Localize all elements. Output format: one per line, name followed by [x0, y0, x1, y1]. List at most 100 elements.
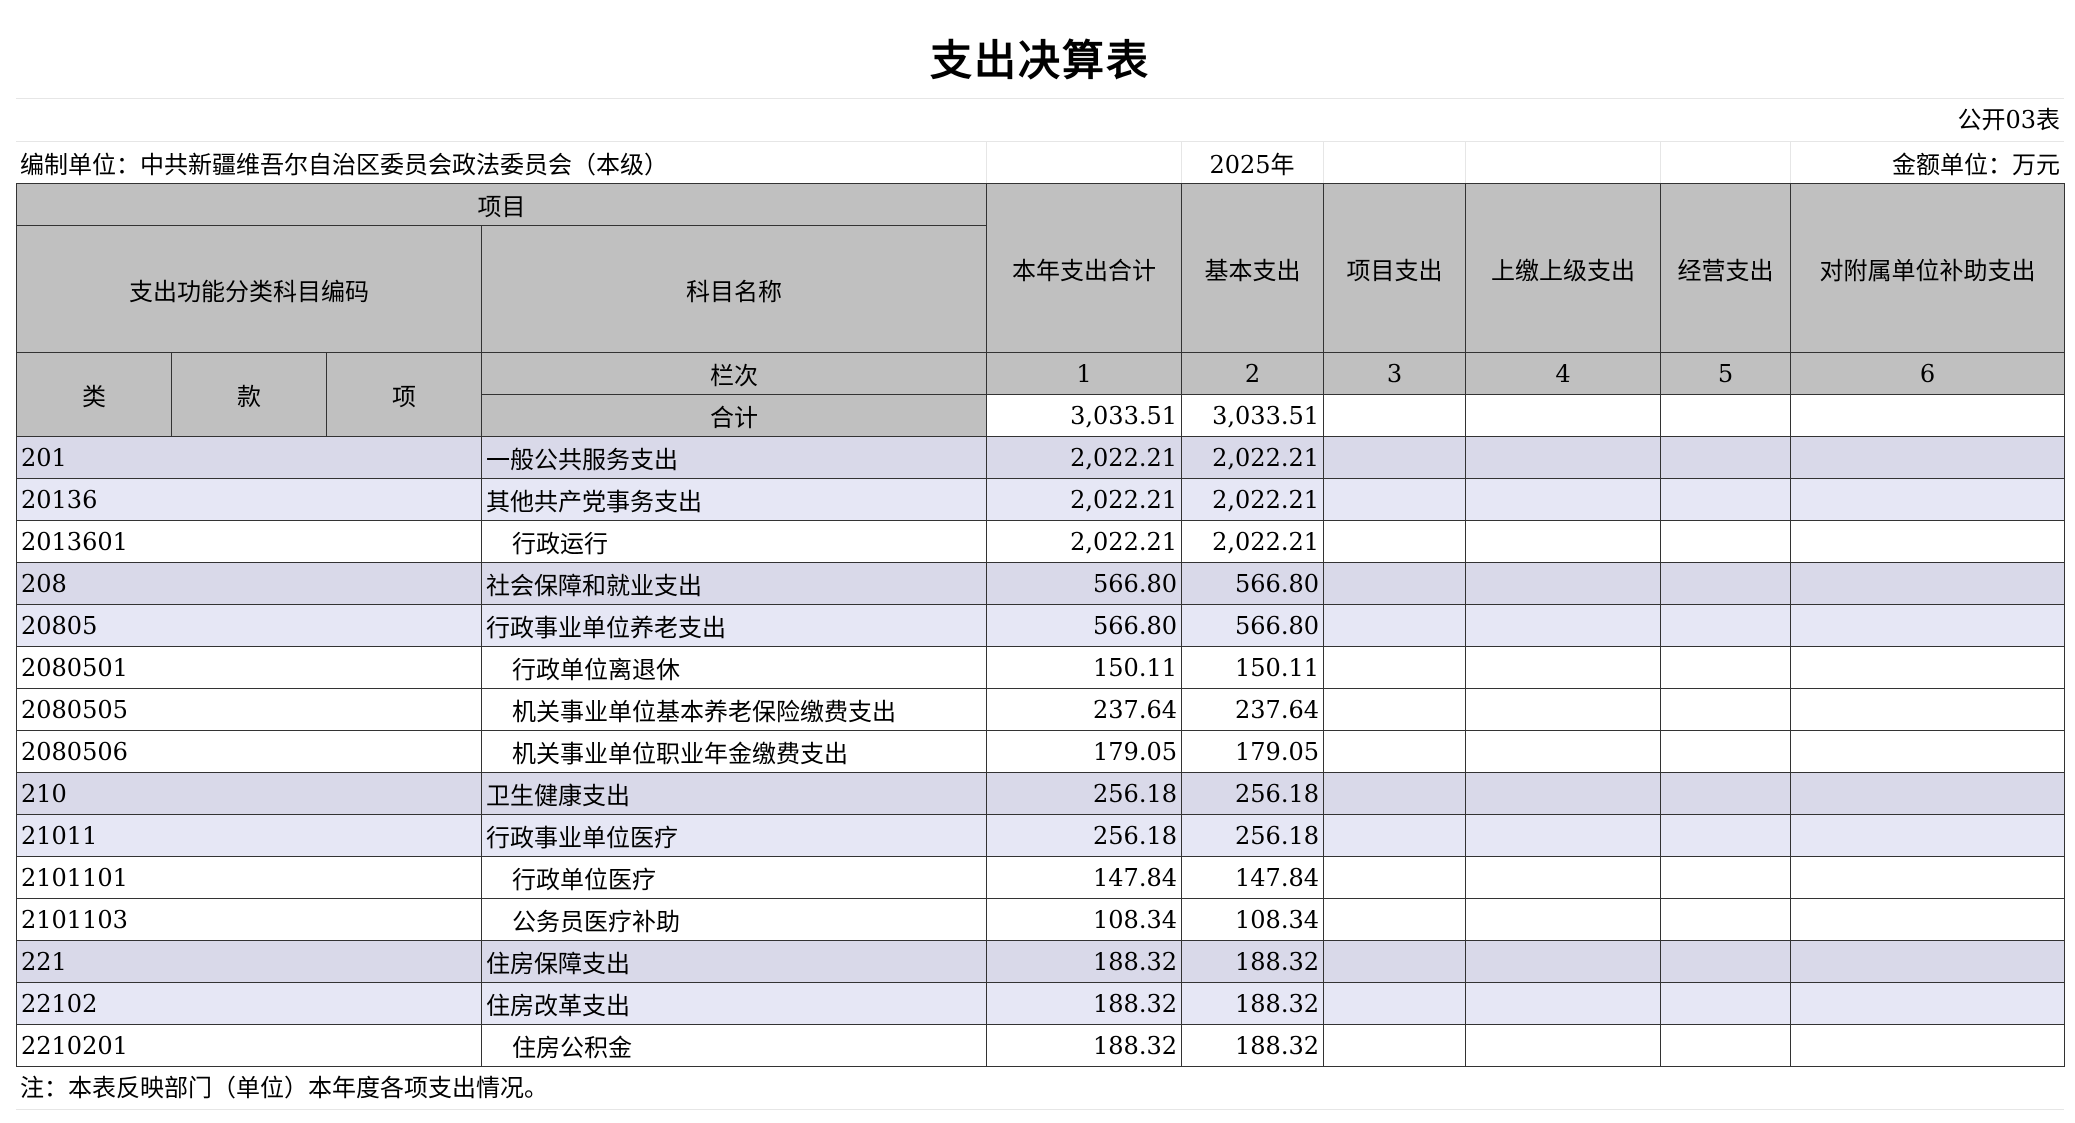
table-row: 201 一般公共服务支出 2,022.21 2,022.21: [16, 436, 2065, 479]
row-code: 2080506: [16, 730, 482, 773]
table-row: 20805 行政事业单位养老支出 566.80 566.80: [16, 604, 2065, 647]
header-heji: 合计: [481, 394, 987, 437]
row-col-1: 2,022.21: [986, 478, 1182, 521]
row-code: 201: [16, 436, 482, 479]
row-col-1: 256.18: [986, 772, 1182, 815]
row-col-1: 188.32: [986, 982, 1182, 1025]
row-col-1: 566.80: [986, 562, 1182, 605]
row-col-2: 566.80: [1181, 562, 1324, 605]
row-col-2: 2,022.21: [1181, 478, 1324, 521]
row-name: 行政运行: [481, 520, 987, 563]
row-col-2: 566.80: [1181, 604, 1324, 647]
meta-row: 编制单位：中共新疆维吾尔自治区委员会政法委员会（本级） 2025年 金额单位：万…: [16, 142, 2064, 183]
row-col-2: 256.18: [1181, 814, 1324, 857]
row-name: 行政单位医疗: [481, 856, 987, 899]
row-name: 行政事业单位养老支出: [481, 604, 987, 647]
row-code: 2101103: [16, 898, 482, 941]
row-col-1: 2,022.21: [986, 436, 1182, 479]
header-col-3: 项目支出: [1323, 183, 1466, 353]
row-name: 卫生健康支出: [481, 772, 987, 815]
row-col-1: 147.84: [986, 856, 1182, 899]
row-col-2: 237.64: [1181, 688, 1324, 731]
row-name: 一般公共服务支出: [481, 436, 987, 479]
row-name: 社会保障和就业支出: [481, 562, 987, 605]
row-name: 行政单位离退休: [481, 646, 987, 689]
col-num-6: 6: [1790, 352, 2065, 395]
row-col-2: 188.32: [1181, 940, 1324, 983]
row-name: 机关事业单位基本养老保险缴费支出: [481, 688, 987, 731]
row-col-1: 179.05: [986, 730, 1182, 773]
header-kuan: 款: [171, 352, 327, 437]
row-code: 2080501: [16, 646, 482, 689]
form-number: 公开03表: [16, 99, 2064, 142]
row-code: 208: [16, 562, 482, 605]
table-row: 210 卫生健康支出 256.18 256.18: [16, 772, 2065, 815]
row-code: 2101101: [16, 856, 482, 899]
table-row: 2101101 行政单位医疗 147.84 147.84: [16, 856, 2065, 899]
header-xiang: 项: [326, 352, 482, 437]
row-code: 221: [16, 940, 482, 983]
col-num-4: 4: [1465, 352, 1661, 395]
row-name: 住房公积金: [481, 1024, 987, 1067]
table-footnote: 注：本表反映部门（单位）本年度各项支出情况。: [16, 1067, 2064, 1110]
row-code: 21011: [16, 814, 482, 857]
row-code: 20805: [16, 604, 482, 647]
header-lanci: 栏次: [481, 352, 987, 395]
compiling-unit: 编制单位：中共新疆维吾尔自治区委员会政法委员会（本级）: [20, 151, 668, 179]
header-col-2: 基本支出: [1181, 183, 1324, 353]
row-name: 住房保障支出: [481, 940, 987, 983]
row-code: 20136: [16, 478, 482, 521]
spreadsheet-sheet: 支出决算表 公开03表 编制单位：中共新疆维吾尔自治区委员会政法委员会（本级） …: [16, 16, 2065, 1110]
header-code: 支出功能分类科目编码: [16, 225, 482, 353]
row-code: 2210201: [16, 1024, 482, 1067]
row-col-1: 188.32: [986, 940, 1182, 983]
row-col-1: 566.80: [986, 604, 1182, 647]
table-row: 21011 行政事业单位医疗 256.18 256.18: [16, 814, 2065, 857]
page-title: 支出决算表: [16, 16, 2064, 99]
amount-unit: 金额单位：万元: [1789, 142, 2064, 183]
table-row: 2101103 公务员医疗补助 108.34 108.34: [16, 898, 2065, 941]
table-row: 2210201 住房公积金 188.32 188.32: [16, 1024, 2065, 1067]
row-col-2: 2,022.21: [1181, 436, 1324, 479]
row-col-2: 256.18: [1181, 772, 1324, 815]
row-col-2: 2,022.21: [1181, 520, 1324, 563]
row-name: 其他共产党事务支出: [481, 478, 987, 521]
row-code: 210: [16, 772, 482, 815]
row-code: 2013601: [16, 520, 482, 563]
row-code: 22102: [16, 982, 482, 1025]
total-col-1: 3,033.51: [986, 394, 1182, 437]
header-col-4: 上缴上级支出: [1465, 183, 1661, 353]
row-col-2: 188.32: [1181, 982, 1324, 1025]
col-num-3: 3: [1323, 352, 1466, 395]
table-row: 22102 住房改革支出 188.32 188.32: [16, 982, 2065, 1025]
col-num-2: 2: [1181, 352, 1324, 395]
row-name: 机关事业单位职业年金缴费支出: [481, 730, 987, 773]
table-row: 2013601 行政运行 2,022.21 2,022.21: [16, 520, 2065, 563]
col-num-5: 5: [1660, 352, 1791, 395]
row-col-1: 237.64: [986, 688, 1182, 731]
row-code: 2080505: [16, 688, 482, 731]
row-col-1: 150.11: [986, 646, 1182, 689]
expenditure-table: 项目 本年支出合计 基本支出 项目支出 上缴上级支出 经营支出 对附属单位补助支…: [16, 182, 2065, 1067]
row-col-2: 150.11: [1181, 646, 1324, 689]
header-col-1: 本年支出合计: [986, 183, 1182, 353]
table-row: 20136 其他共产党事务支出 2,022.21 2,022.21: [16, 478, 2065, 521]
table-row: 2080506 机关事业单位职业年金缴费支出 179.05 179.05: [16, 730, 2065, 773]
row-col-1: 188.32: [986, 1024, 1182, 1067]
total-col-2: 3,033.51: [1181, 394, 1324, 437]
row-col-1: 2,022.21: [986, 520, 1182, 563]
header-lei: 类: [16, 352, 172, 437]
row-name: 行政事业单位医疗: [481, 814, 987, 857]
row-col-2: 188.32: [1181, 1024, 1324, 1067]
row-col-2: 147.84: [1181, 856, 1324, 899]
row-col-1: 256.18: [986, 814, 1182, 857]
header-name: 科目名称: [481, 225, 987, 353]
row-col-2: 108.34: [1181, 898, 1324, 941]
header-item: 项目: [16, 182, 987, 227]
col-num-1: 1: [986, 352, 1182, 395]
table-row: 2080501 行政单位离退休 150.11 150.11: [16, 646, 2065, 689]
table-row: 2080505 机关事业单位基本养老保险缴费支出 237.64 237.64: [16, 688, 2065, 731]
header-col-5: 经营支出: [1660, 183, 1791, 353]
table-row: 221 住房保障支出 188.32 188.32: [16, 940, 2065, 983]
row-col-1: 108.34: [986, 898, 1182, 941]
